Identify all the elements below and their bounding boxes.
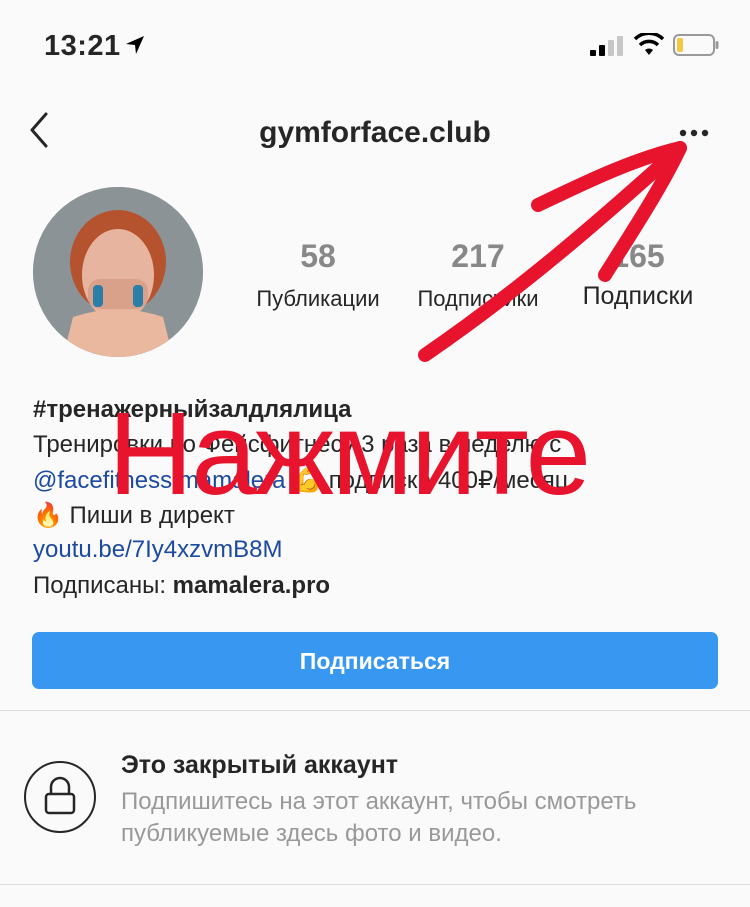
divider	[0, 710, 750, 711]
more-options-icon[interactable]	[672, 115, 716, 151]
avatar-photo	[33, 187, 203, 357]
stat-followers[interactable]: 217 Подписчики	[398, 238, 558, 312]
bio-line: 🔥 Пиши в директ	[33, 502, 235, 529]
bio-hashtag[interactable]: #тренажерныйзалдлялица	[33, 396, 352, 424]
stat-following-count: 165	[611, 238, 665, 274]
divider	[0, 884, 750, 885]
stat-followers-count: 217	[451, 238, 505, 274]
stat-following-label: Подписки	[582, 282, 694, 310]
stat-posts-count: 58	[300, 238, 336, 274]
stat-followers-label: Подписчики	[417, 286, 539, 311]
status-time: 13:21	[44, 30, 121, 62]
bio-line-rest: 💪 подписка 400₽/месяц	[285, 467, 569, 494]
bio-line: Тренировки по Фейсфитнесу 3 раза в недел…	[33, 431, 562, 458]
bio-website-link[interactable]: youtu.be/7Iy4xzvmB8M	[33, 536, 282, 564]
private-account-description: Подпишитесь на этот аккаунт, чтобы смотр…	[121, 788, 637, 847]
followed-by[interactable]: Подписаны: mamalera.pro	[33, 572, 330, 600]
lock-icon-circle	[24, 761, 96, 833]
wifi-icon	[634, 33, 664, 55]
stat-posts[interactable]: 58 Публикации	[238, 238, 398, 312]
profile-username: gymforface.club	[259, 116, 491, 149]
battery-icon	[673, 34, 719, 56]
private-account-title: Это закрытый аккаунт	[121, 751, 399, 779]
bio-mention-line: @facefitness.mamalera 💪 подписка 400₽/ме…	[33, 466, 569, 495]
signal-icon	[590, 36, 623, 56]
location-arrow-icon	[126, 36, 144, 54]
stat-following[interactable]: 165 Подписки	[558, 238, 718, 311]
followed-by-label: Подписаны:	[33, 572, 173, 599]
follow-button[interactable]: Подписаться	[32, 632, 718, 689]
bio-mention-link[interactable]: @facefitness.mamalera	[33, 467, 285, 494]
followed-by-name[interactable]: mamalera.pro	[173, 572, 330, 599]
stat-posts-label: Публикации	[256, 286, 380, 311]
lock-icon	[44, 776, 76, 815]
profile-avatar[interactable]	[33, 187, 203, 357]
